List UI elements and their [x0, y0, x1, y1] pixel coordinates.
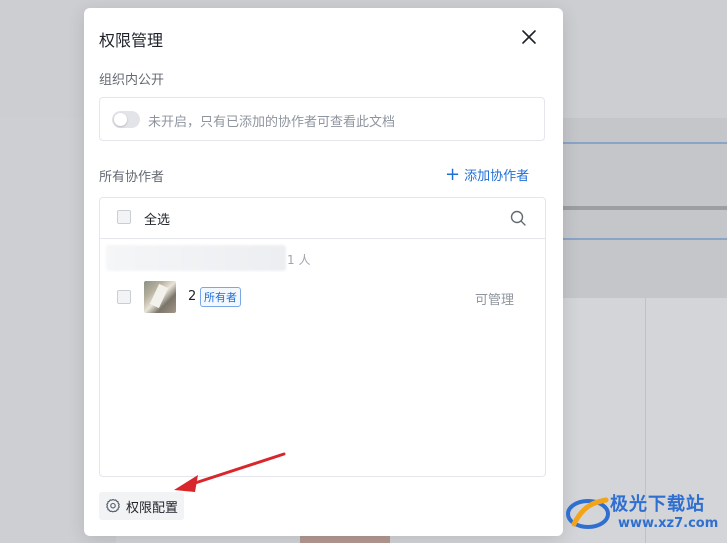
member-row: 2 所有者 可管理 [100, 280, 545, 314]
org-public-setting: 未开启，只有已添加的协作者可查看此文档 [99, 97, 545, 141]
permission-config-label: 权限配置 [126, 500, 179, 516]
background-divider [563, 206, 727, 210]
group-count: 1 人 [287, 253, 311, 267]
member-name: 2 [188, 289, 197, 304]
background-divider [563, 238, 727, 240]
org-public-label: 组织内公开 [99, 73, 165, 88]
search-icon[interactable] [509, 209, 527, 227]
collaborators-label: 所有协作者 [99, 170, 165, 185]
owner-badge: 所有者 [200, 287, 241, 307]
watermark: 极光下载站 www.xz7.com [566, 490, 724, 536]
close-button[interactable] [518, 26, 540, 48]
watermark-logo-icon [566, 497, 610, 529]
annotation-arrow-icon [174, 452, 286, 492]
permission-dialog: 权限管理 组织内公开 未开启，只有已添加的协作者可查看此文档 所有协作者 + 添… [84, 8, 563, 536]
member-permission: 可管理 [475, 293, 515, 308]
watermark-url: www.xz7.com [618, 516, 719, 531]
watermark-brand: 极光下载站 [610, 494, 705, 515]
select-all-row: 全选 [100, 198, 545, 239]
org-public-toggle[interactable] [112, 111, 140, 128]
close-icon [522, 30, 536, 44]
select-all-checkbox[interactable] [117, 210, 131, 224]
avatar [144, 281, 176, 313]
member-checkbox[interactable] [117, 290, 131, 304]
blurred-group-name [106, 245, 286, 271]
gear-icon [106, 498, 120, 513]
collaborator-list: 全选 1 人 2 所有者 可管理 [99, 197, 546, 477]
dialog-title: 权限管理 [99, 31, 164, 50]
add-collaborator-label: 添加协作者 [464, 169, 530, 184]
background-divider [563, 142, 727, 144]
org-public-status-text: 未开启，只有已添加的协作者可查看此文档 [148, 115, 396, 130]
plus-icon: + [445, 163, 461, 185]
select-all-label: 全选 [144, 213, 171, 228]
add-collaborator-button[interactable]: + 添加协作者 [445, 165, 529, 184]
